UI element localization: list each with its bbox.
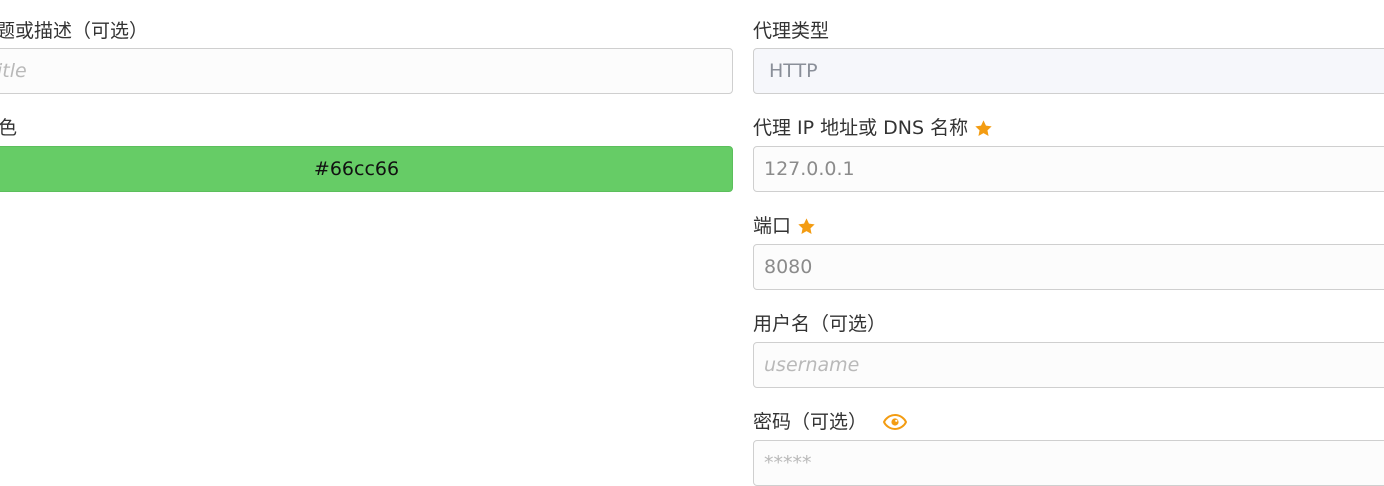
port-placeholder: 8080	[764, 256, 813, 278]
port-input[interactable]: 8080	[753, 244, 1384, 290]
eye-icon[interactable]	[883, 413, 908, 431]
title-input[interactable]: itle	[0, 48, 733, 94]
color-value: #66cc66	[313, 158, 400, 180]
title-label-text: 题或描述（可选）	[0, 20, 149, 42]
username-input[interactable]: username	[753, 342, 1384, 388]
proxy-host-input[interactable]: 127.0.0.1	[753, 146, 1384, 192]
title-label: 题或描述（可选）	[0, 19, 148, 43]
port-label: 端口	[753, 214, 816, 238]
username-label-text: 用户名（可选）	[753, 313, 887, 335]
proxy-type-label-text: 代理类型	[753, 20, 830, 42]
port-label-text: 端口	[753, 215, 792, 237]
password-input[interactable]: *****	[753, 440, 1384, 486]
color-picker-button[interactable]: #66cc66	[0, 146, 733, 192]
color-label-text: 色	[0, 117, 18, 139]
star-icon	[975, 119, 992, 136]
proxy-type-value: HTTP	[769, 60, 818, 82]
title-placeholder: itle	[0, 60, 27, 82]
password-label: 密码（可选）	[753, 410, 908, 434]
password-label-text: 密码（可选）	[753, 411, 868, 433]
color-label: 色	[0, 116, 17, 140]
proxy-host-label: 代理 IP 地址或 DNS 名称	[753, 116, 993, 140]
username-label: 用户名（可选）	[753, 312, 886, 336]
username-placeholder: username	[764, 354, 860, 376]
password-placeholder: *****	[764, 452, 812, 474]
proxy-type-select[interactable]: HTTP	[753, 48, 1384, 94]
proxy-type-label: 代理类型	[753, 19, 829, 43]
star-icon	[798, 217, 815, 234]
proxy-host-label-text: 代理 IP 地址或 DNS 名称	[753, 117, 969, 139]
proxy-host-placeholder: 127.0.0.1	[764, 158, 855, 180]
